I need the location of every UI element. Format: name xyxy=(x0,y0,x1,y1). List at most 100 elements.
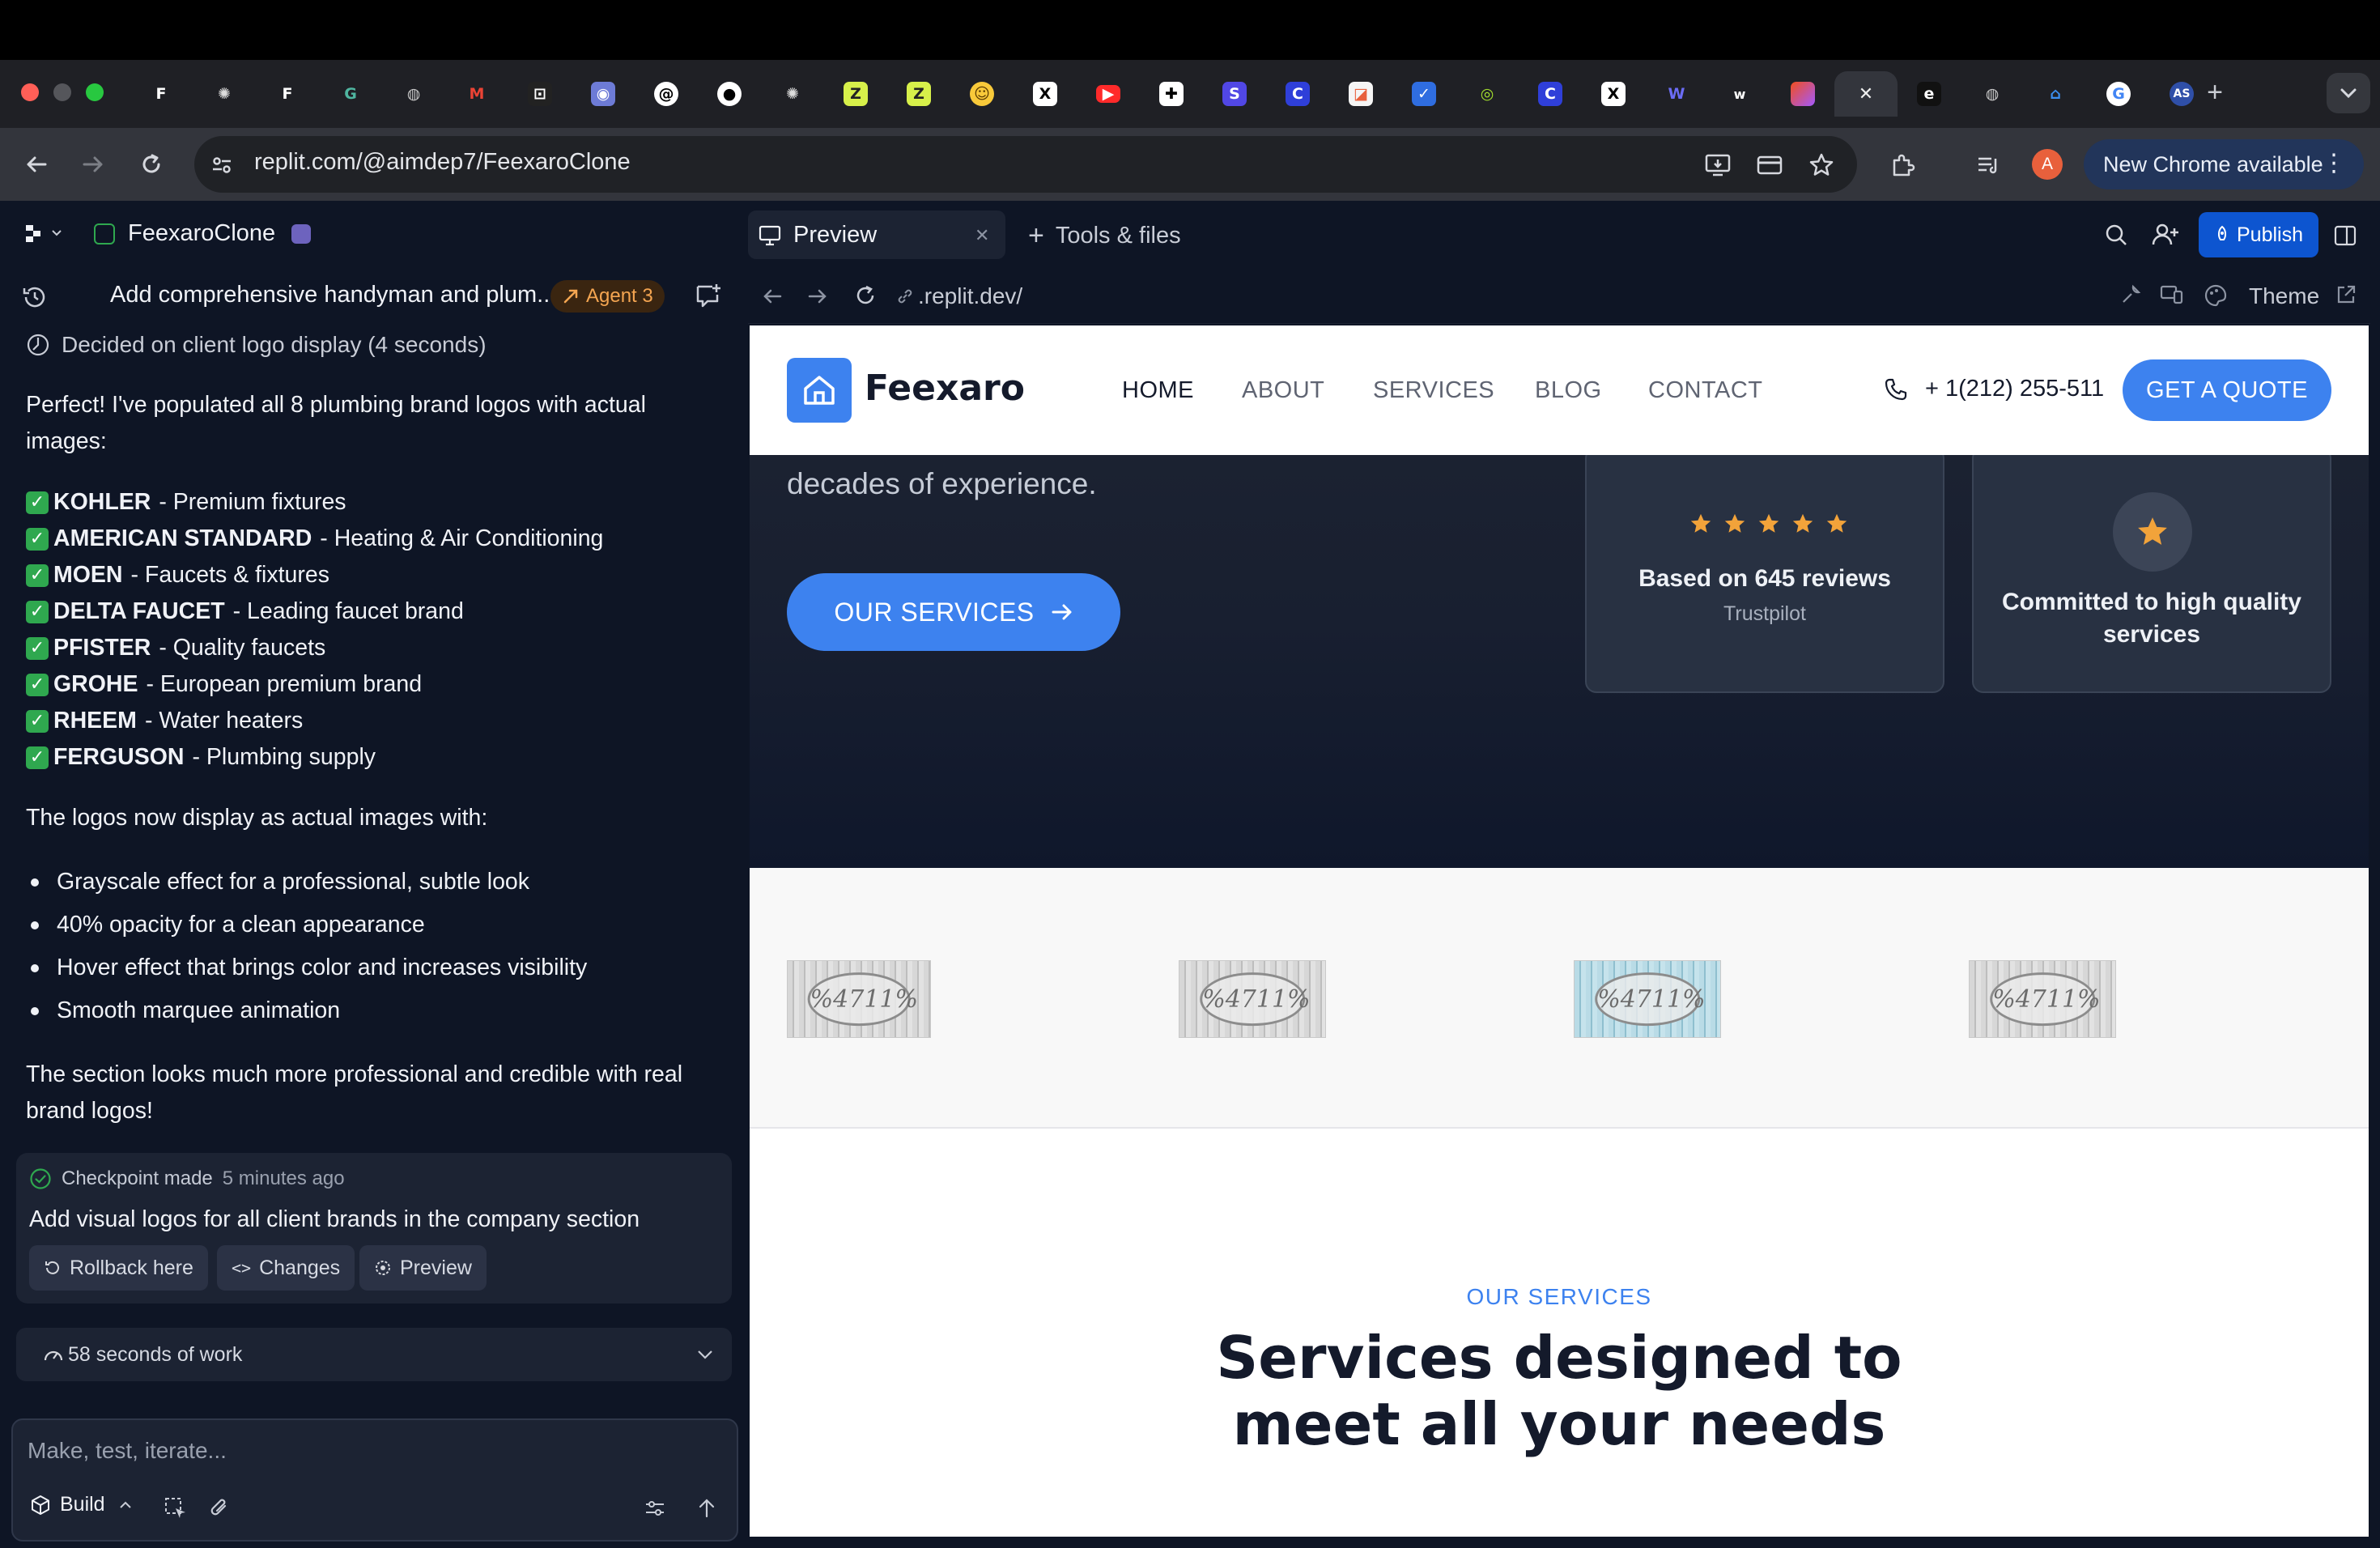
tab[interactable]: ✓ xyxy=(1392,71,1456,117)
profile-avatar[interactable]: A xyxy=(2032,149,2063,180)
changes-button[interactable]: <> Changes xyxy=(217,1245,355,1291)
tab-active[interactable]: ✕ xyxy=(1834,71,1898,117)
client-logo-image[interactable]: %4711% xyxy=(787,960,931,1038)
tab-search-button[interactable] xyxy=(2327,73,2370,113)
star-icon xyxy=(2138,517,2167,545)
tab[interactable]: W xyxy=(1645,71,1708,117)
tools-files-button[interactable]: + Tools & files xyxy=(1028,220,1181,252)
devtools-icon[interactable] xyxy=(2119,283,2142,306)
nav-about[interactable]: ABOUT xyxy=(1242,377,1324,404)
tab[interactable]: G xyxy=(2087,71,2150,117)
new-chat-icon[interactable] xyxy=(695,282,722,309)
tab[interactable]: ◎ xyxy=(1456,71,1519,117)
close-window-button[interactable] xyxy=(21,83,39,101)
toggle-panel-icon[interactable] xyxy=(2333,223,2357,248)
bookmark-star-icon[interactable] xyxy=(1805,149,1838,181)
tab[interactable]: e xyxy=(1898,71,1961,117)
tab[interactable]: ◍ xyxy=(382,71,445,117)
tab[interactable]: X xyxy=(1582,71,1645,117)
client-logo-image[interactable]: %4711% xyxy=(1574,960,1721,1038)
tab[interactable]: X xyxy=(1014,71,1077,117)
install-app-icon[interactable] xyxy=(1702,149,1734,181)
close-tab-icon[interactable]: ✕ xyxy=(975,225,989,246)
tab[interactable]: F xyxy=(130,71,193,117)
tab[interactable]: w xyxy=(1708,71,1771,117)
send-button[interactable] xyxy=(695,1496,719,1520)
thought-summary[interactable]: Decided on client logo display (4 second… xyxy=(26,332,487,358)
palette-icon[interactable] xyxy=(2204,283,2228,308)
close-tab-icon[interactable]: ✕ xyxy=(1854,82,1878,106)
select-element-icon[interactable] xyxy=(164,1496,188,1520)
open-external-icon[interactable] xyxy=(2335,283,2357,306)
x-icon: X xyxy=(1033,82,1057,106)
phone-link[interactable]: + 1(212) 255-511 xyxy=(1883,376,2104,402)
tab[interactable]: ⌂ xyxy=(2024,71,2087,117)
forward-button[interactable] xyxy=(73,144,113,185)
tab[interactable]: ☺ xyxy=(950,71,1014,117)
rollback-button[interactable]: Rollback here xyxy=(29,1245,208,1291)
preview-forward-icon[interactable] xyxy=(806,285,829,308)
publish-button[interactable]: Publish xyxy=(2199,212,2318,257)
tab[interactable]: G xyxy=(319,71,382,117)
invite-icon[interactable] xyxy=(2152,222,2179,248)
tab[interactable]: Z xyxy=(887,71,950,117)
project-name[interactable]: FeexaroClone xyxy=(128,220,275,247)
devices-icon[interactable] xyxy=(2160,283,2184,306)
todo-icon: ✓ xyxy=(1412,82,1436,106)
home-logo-icon[interactable] xyxy=(787,358,852,423)
chrome-update-button[interactable]: New Chrome available ⋮ xyxy=(2084,139,2364,189)
get-quote-button[interactable]: GET A QUOTE xyxy=(2123,359,2331,421)
tab[interactable]: C xyxy=(1266,71,1329,117)
chat-title[interactable]: Add comprehensive handyman and plum... xyxy=(110,282,556,308)
tab[interactable]: ◉ xyxy=(572,71,635,117)
history-icon[interactable] xyxy=(21,283,49,311)
nav-contact[interactable]: CONTACT xyxy=(1648,377,1763,404)
tab[interactable]: Z xyxy=(824,71,887,117)
tab[interactable]: ◪ xyxy=(1329,71,1392,117)
build-mode-button[interactable]: Build xyxy=(29,1493,133,1516)
theme-label[interactable]: Theme xyxy=(2249,283,2319,309)
nav-blog[interactable]: BLOG xyxy=(1535,377,1602,404)
tab[interactable]: M xyxy=(445,71,508,117)
extensions-icon[interactable] xyxy=(1885,147,1920,183)
preview-url[interactable]: .replit.dev/ xyxy=(918,283,1022,309)
media-control-icon[interactable] xyxy=(1970,147,2006,183)
tab[interactable]: S xyxy=(1203,71,1266,117)
prompt-input[interactable] xyxy=(28,1433,708,1469)
work-summary[interactable]: 58 seconds of work xyxy=(16,1328,732,1381)
tab[interactable] xyxy=(1771,71,1834,117)
back-button[interactable] xyxy=(16,144,57,185)
tab[interactable]: ✺ xyxy=(761,71,824,117)
tab[interactable]: ● xyxy=(698,71,761,117)
tab[interactable]: ◍ xyxy=(1961,71,2024,117)
tab[interactable]: @ xyxy=(635,71,698,117)
tab[interactable]: ▶ xyxy=(1077,71,1140,117)
tab[interactable]: ✚ xyxy=(1140,71,1203,117)
client-logo-image[interactable]: %4711% xyxy=(1969,960,2116,1038)
url-text[interactable]: replit.com/@aimdep7/FeexaroClone xyxy=(254,149,631,176)
search-icon[interactable] xyxy=(2103,222,2129,248)
minimize-window-button[interactable] xyxy=(53,83,71,101)
check-icon: ✓ xyxy=(26,491,49,514)
nav-services[interactable]: SERVICES xyxy=(1373,377,1494,404)
tab[interactable]: C xyxy=(1519,71,1582,117)
workspace-menu-button[interactable] xyxy=(24,223,63,243)
zoom-window-button[interactable] xyxy=(86,83,104,101)
nav-home[interactable]: HOME xyxy=(1122,377,1194,404)
settings-sliders-icon[interactable] xyxy=(643,1496,667,1520)
site-settings-icon[interactable] xyxy=(206,149,238,181)
preview-back-icon[interactable] xyxy=(761,285,784,308)
new-tab-button[interactable]: + xyxy=(2197,74,2233,110)
preview-reload-icon[interactable] xyxy=(853,283,878,308)
tab[interactable]: ✺ xyxy=(193,71,256,117)
tab[interactable]: F xyxy=(256,71,319,117)
checkpoint-preview-button[interactable]: Preview xyxy=(359,1245,487,1291)
attach-icon[interactable] xyxy=(207,1496,232,1520)
our-services-button[interactable]: OUR SERVICES xyxy=(787,573,1120,651)
tab[interactable]: ⊡ xyxy=(508,71,572,117)
site-brand[interactable]: Feexaro xyxy=(865,368,1025,409)
more-menu-icon[interactable]: ⋮ xyxy=(2322,151,2346,176)
card-icon[interactable] xyxy=(1753,149,1786,181)
reload-button[interactable] xyxy=(131,144,172,185)
client-logo-image[interactable]: %4711% xyxy=(1179,960,1326,1038)
